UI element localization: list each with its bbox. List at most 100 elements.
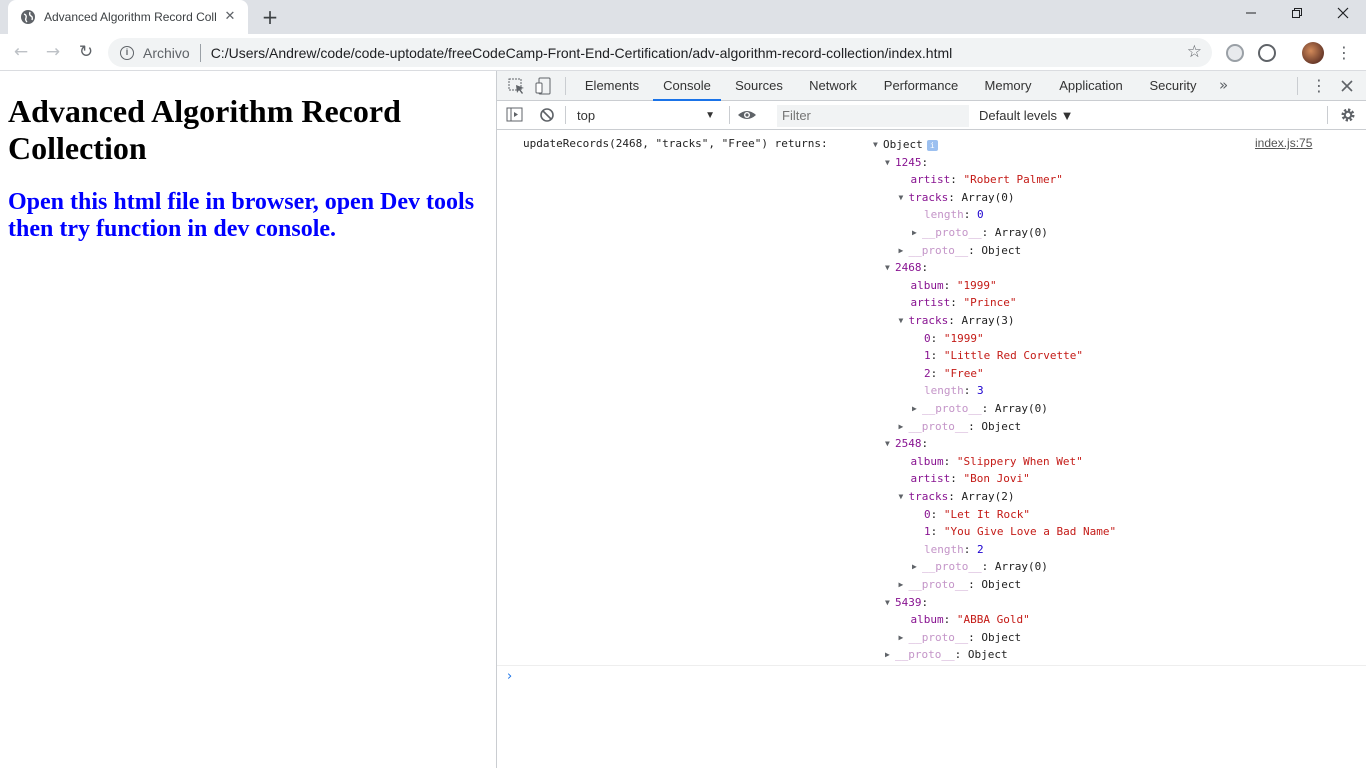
tree-node[interactable]: ▶ __proto__: Array(0) bbox=[912, 558, 1048, 575]
tree-node[interactable]: ▼ 2548: bbox=[885, 435, 935, 452]
expand-triangle-icon[interactable]: ▶ bbox=[899, 418, 909, 435]
property-key: __proto__ bbox=[895, 648, 955, 662]
tree-node[interactable]: ▶ __proto__: Object bbox=[885, 646, 1008, 663]
property-key: 1245 bbox=[895, 155, 922, 169]
property-value: 2 bbox=[977, 542, 984, 556]
eye-icon[interactable] bbox=[737, 105, 757, 125]
restore-button[interactable] bbox=[1274, 0, 1320, 30]
collapse-triangle-icon[interactable]: ▼ bbox=[899, 189, 909, 206]
tab-application[interactable]: Application bbox=[1051, 71, 1131, 101]
sidebar-toggle-icon[interactable] bbox=[505, 105, 525, 125]
property-value: "1999" bbox=[956, 278, 997, 292]
property-key: artist bbox=[910, 472, 951, 486]
tree-property: artist: "Prince" bbox=[911, 294, 1017, 311]
expand-triangle-icon[interactable]: ▶ bbox=[912, 558, 922, 575]
property-value: Array(0) bbox=[994, 401, 1048, 415]
devtools-close-icon[interactable] bbox=[1339, 76, 1355, 96]
property-value: Object bbox=[981, 630, 1022, 644]
property-colon: : bbox=[968, 419, 982, 433]
property-value: "Bon Jovi" bbox=[963, 472, 1030, 486]
tree-node[interactable]: ▼ 5439: bbox=[885, 594, 935, 611]
source-link[interactable]: index.js:75 bbox=[1255, 136, 1312, 150]
address-bar[interactable]: i Archivo C:/Users/Andrew/code/code-upto… bbox=[108, 38, 1212, 67]
more-tabs-button[interactable]: » bbox=[1219, 71, 1228, 101]
tree-property: length: 0 bbox=[924, 206, 984, 223]
expand-triangle-icon[interactable]: ▶ bbox=[899, 576, 909, 593]
property-colon: : bbox=[968, 630, 982, 644]
inspect-element-icon[interactable] bbox=[507, 76, 527, 96]
tree-node[interactable]: ▶ __proto__: Array(0) bbox=[912, 224, 1048, 241]
context-selector[interactable]: top ▼ bbox=[577, 106, 719, 126]
property-value: "1999" bbox=[943, 331, 984, 345]
collapse-triangle-icon[interactable]: ▼ bbox=[885, 154, 895, 171]
filter-input[interactable] bbox=[777, 105, 969, 127]
device-toolbar-icon[interactable] bbox=[534, 76, 554, 96]
tabbar-divider bbox=[565, 77, 566, 95]
browser-tab[interactable]: Advanced Algorithm Record Collection ✕ bbox=[8, 0, 248, 34]
chrome-menu-icon[interactable]: ⋮ bbox=[1336, 42, 1352, 64]
tree-property: 0: "1999" bbox=[924, 330, 984, 347]
property-key: artist bbox=[910, 296, 951, 310]
tree-node[interactable]: ▶ __proto__: Object bbox=[899, 242, 1022, 259]
gear-icon[interactable] bbox=[1339, 106, 1357, 124]
tab-network[interactable]: Network bbox=[801, 71, 865, 101]
property-colon: : bbox=[950, 173, 964, 187]
object-root[interactable]: ▼ Object i bbox=[873, 136, 938, 153]
tab-security[interactable]: Security bbox=[1143, 71, 1203, 101]
property-colon: : bbox=[981, 225, 995, 239]
reload-button[interactable]: ↻ bbox=[73, 40, 99, 64]
tree-node[interactable]: ▼ 2468: bbox=[885, 259, 935, 276]
tree-node[interactable]: ▼ tracks: Array(2) bbox=[899, 488, 1015, 505]
property-value: Array(2) bbox=[961, 489, 1015, 503]
property-colon: : bbox=[921, 595, 935, 609]
forward-button[interactable]: → bbox=[40, 40, 66, 64]
tree-property: album: "Slippery When Wet" bbox=[911, 453, 1083, 470]
collapse-triangle-icon[interactable]: ▼ bbox=[899, 312, 909, 329]
tree-node[interactable]: ▶ __proto__: Array(0) bbox=[912, 400, 1048, 417]
close-tab-icon[interactable]: ✕ bbox=[222, 9, 238, 25]
devtools-panel: Elements Console Sources Network Perform… bbox=[496, 71, 1366, 768]
console-prompt-row[interactable]: › bbox=[497, 665, 1366, 689]
tab-performance[interactable]: Performance bbox=[877, 71, 965, 101]
tree-node[interactable]: ▶ __proto__: Object bbox=[899, 418, 1022, 435]
tree-node[interactable]: ▶ __proto__: Object bbox=[899, 629, 1022, 646]
expand-triangle-icon[interactable]: ▶ bbox=[899, 242, 909, 259]
devtools-menu-icon[interactable]: ⋮ bbox=[1311, 76, 1327, 96]
log-levels-dropdown[interactable]: Default levels ▼ bbox=[979, 106, 1074, 126]
property-key: __proto__ bbox=[922, 401, 982, 415]
tab-memory[interactable]: Memory bbox=[977, 71, 1039, 101]
expand-triangle-icon[interactable]: ▶ bbox=[912, 400, 922, 417]
back-button[interactable]: ← bbox=[8, 40, 34, 64]
close-window-button[interactable] bbox=[1320, 0, 1366, 30]
tab-elements[interactable]: Elements bbox=[577, 71, 647, 101]
property-value: Object bbox=[981, 419, 1022, 433]
omnibox-divider bbox=[199, 43, 201, 62]
tab-sources[interactable]: Sources bbox=[729, 71, 789, 101]
property-value: Object bbox=[981, 243, 1022, 257]
tree-node[interactable]: ▼ tracks: Array(3) bbox=[899, 312, 1015, 329]
collapse-triangle-icon[interactable]: ▼ bbox=[885, 259, 895, 276]
minimize-button[interactable] bbox=[1228, 0, 1274, 30]
property-key: __proto__ bbox=[908, 243, 969, 257]
info-badge-icon[interactable]: i bbox=[926, 139, 938, 151]
dropdown-arrow-icon: ▼ bbox=[705, 110, 715, 121]
expand-triangle-icon[interactable]: ▼ bbox=[873, 136, 883, 153]
extension-icon-1[interactable] bbox=[1226, 44, 1244, 62]
tree-node[interactable]: ▼ tracks: Array(0) bbox=[899, 189, 1015, 206]
expand-triangle-icon[interactable]: ▶ bbox=[885, 646, 895, 663]
avatar[interactable] bbox=[1302, 42, 1324, 64]
url-text[interactable]: C:/Users/Andrew/code/code-uptodate/freeC… bbox=[211, 45, 953, 61]
collapse-triangle-icon[interactable]: ▼ bbox=[885, 594, 895, 611]
tree-node[interactable]: ▼ 1245: bbox=[885, 154, 935, 171]
bookmark-star-icon[interactable]: ☆ bbox=[1187, 42, 1202, 62]
extension-icon-2[interactable] bbox=[1258, 44, 1276, 62]
tab-console[interactable]: Console bbox=[653, 71, 721, 101]
expand-triangle-icon[interactable]: ▶ bbox=[912, 224, 922, 241]
expand-triangle-icon[interactable]: ▶ bbox=[899, 629, 909, 646]
collapse-triangle-icon[interactable]: ▼ bbox=[885, 435, 895, 452]
tree-node[interactable]: ▶ __proto__: Object bbox=[899, 576, 1022, 593]
collapse-triangle-icon[interactable]: ▼ bbox=[899, 488, 909, 505]
info-icon[interactable]: i bbox=[120, 45, 134, 60]
clear-console-icon[interactable] bbox=[537, 105, 557, 125]
new-tab-button[interactable]: + bbox=[258, 6, 282, 28]
